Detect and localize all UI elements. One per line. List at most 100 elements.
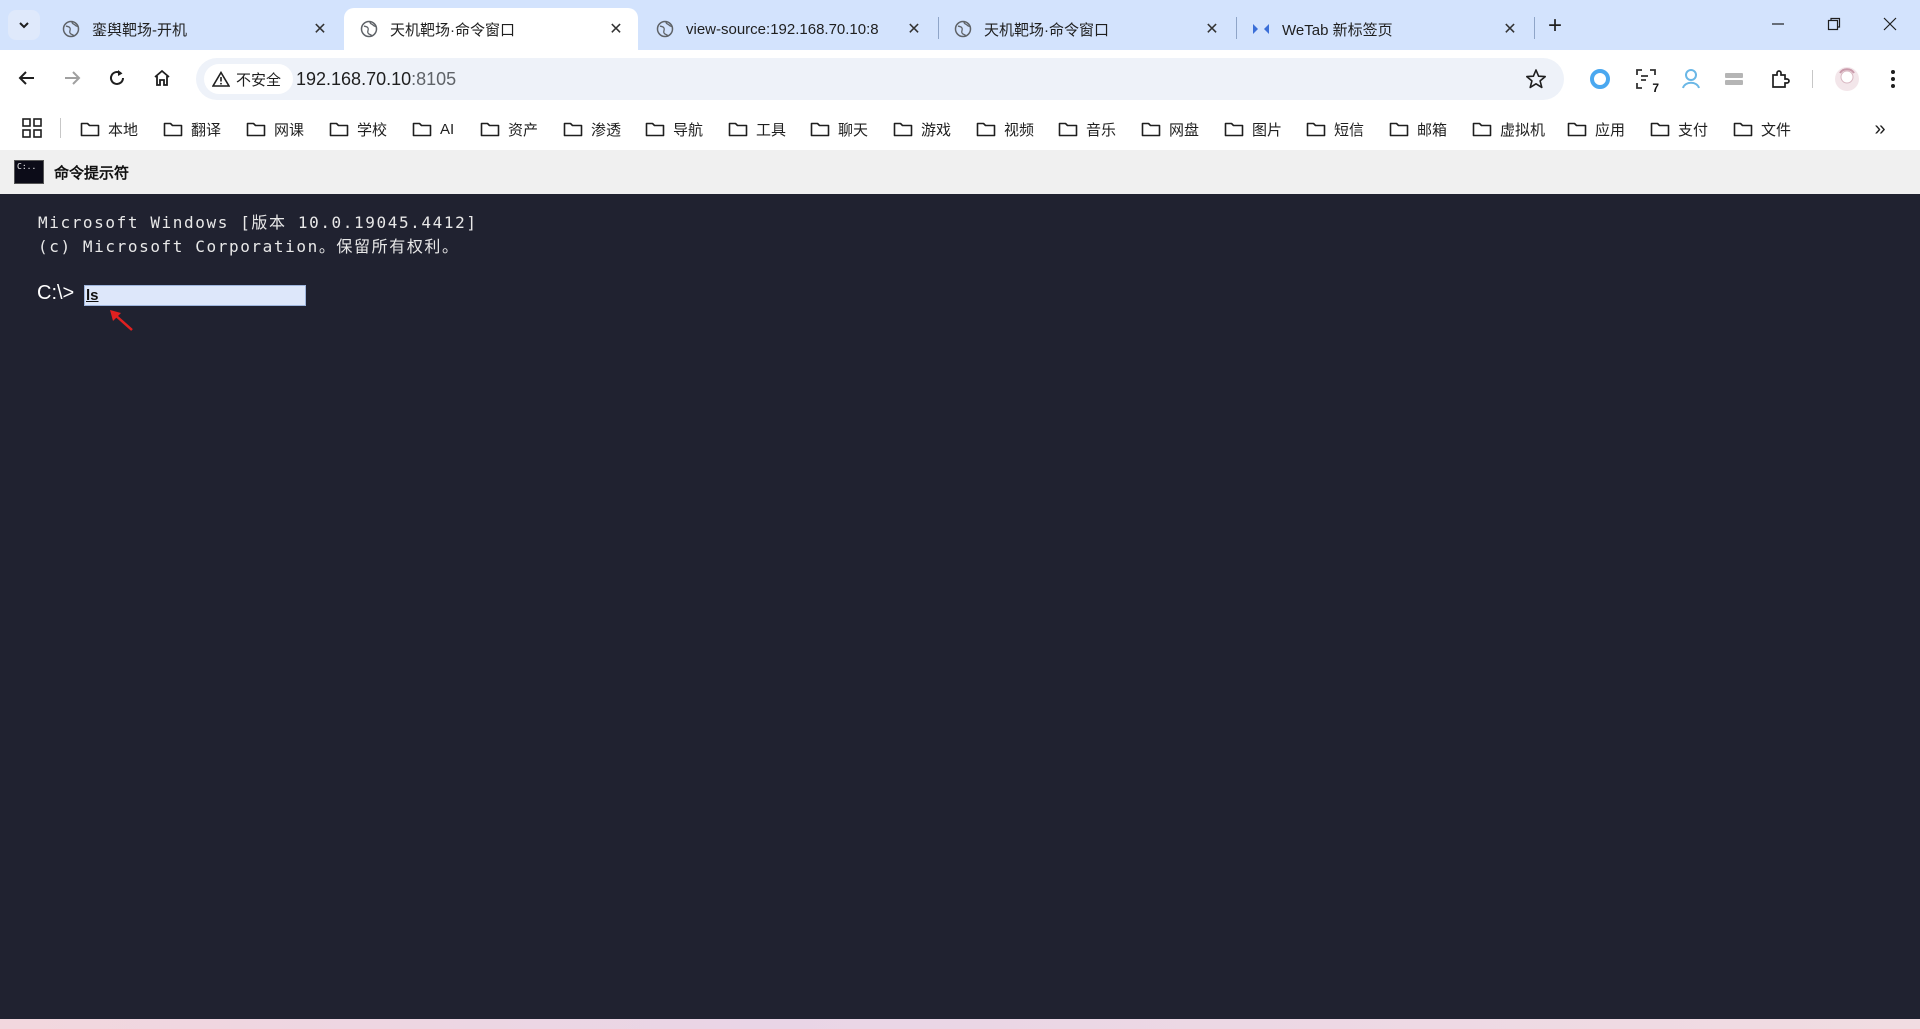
browser-menu-button[interactable] (1877, 63, 1909, 95)
tab-title: WeTab 新标签页 (1282, 21, 1393, 39)
reload-button[interactable] (100, 61, 134, 95)
bookmark-label: 支付 (1678, 121, 1709, 139)
folder-icon (480, 122, 500, 137)
person-icon (1682, 69, 1700, 89)
tab-search-button[interactable] (8, 10, 40, 40)
bookmark-label: 导航 (673, 121, 704, 139)
close-icon (1883, 17, 1897, 31)
bookmark-folder[interactable]: AI (412, 114, 454, 144)
url-text[interactable]: 192.168.70.10:8105 (296, 58, 456, 100)
close-icon[interactable]: ✕ (904, 19, 924, 39)
tab-title: 銮舆靶场-开机 (92, 21, 187, 39)
bookmark-folder[interactable]: 导航 (645, 114, 703, 144)
restore-button[interactable] (1806, 0, 1862, 48)
puzzle-icon (1772, 70, 1790, 88)
bookmark-folder[interactable]: 图片 (1224, 114, 1282, 144)
bookmark-label: 渗透 (591, 121, 622, 139)
folder-icon (976, 122, 996, 137)
chevron-down-icon (19, 22, 29, 29)
address-bar[interactable]: 不安全 192.168.70.10:8105 (196, 58, 1564, 100)
close-icon[interactable]: ✕ (310, 19, 330, 39)
bookmark-folder[interactable]: 游戏 (893, 114, 951, 144)
bookmark-folder[interactable]: 虚拟机 (1472, 114, 1545, 144)
new-tab-button[interactable]: + (1540, 12, 1570, 40)
extension-translate-button[interactable] (1675, 63, 1707, 95)
folder-icon (810, 122, 830, 137)
terminal-window[interactable]: Microsoft Windows [版本 10.0.19045.4412] (… (0, 194, 1920, 1019)
extension-tabs-button[interactable] (1718, 63, 1750, 95)
terminal-prompt: C:\> (37, 282, 75, 304)
bookmark-label: 邮箱 (1417, 121, 1448, 139)
minimize-button[interactable] (1750, 0, 1806, 48)
tab-1[interactable]: 天机靶场·命令窗口 ✕ (344, 8, 638, 50)
close-icon[interactable]: ✕ (606, 19, 626, 39)
tab-3[interactable]: 天机靶场·命令窗口 ✕ (938, 8, 1234, 50)
folder-icon (1306, 122, 1326, 137)
bookmarks-bar: 本地 翻译 网课 学校 AI 资产 渗透 导航 工具 聊天 游戏 视频 音乐 网盘 图片 短信 邮箱 虚拟机 应用 支… (0, 108, 1920, 150)
bookmark-folder[interactable]: 工具 (728, 114, 786, 144)
terminal-banner-line-2: (c) Microsoft Corporation。保留所有权利。 (38, 237, 460, 256)
bookmark-label: 视频 (1004, 121, 1035, 139)
bookmark-label: 应用 (1595, 121, 1626, 139)
ring-icon (1590, 69, 1610, 89)
bookmark-folder[interactable]: 短信 (1306, 114, 1364, 144)
bookmark-folder[interactable]: 音乐 (1058, 114, 1116, 144)
bookmark-folder[interactable]: 应用 (1567, 114, 1625, 144)
folder-icon (1389, 122, 1409, 137)
forward-button[interactable] (55, 61, 89, 95)
close-icon[interactable]: ✕ (1202, 19, 1222, 39)
folder-icon (1224, 122, 1244, 137)
back-button[interactable] (10, 61, 44, 95)
red-arrow-annotation-icon (110, 310, 133, 331)
apps-button[interactable] (20, 116, 44, 140)
folder-icon (645, 122, 665, 137)
bookmark-folder[interactable]: 资产 (480, 114, 538, 144)
double-chevron-right-icon: » (1874, 117, 1886, 140)
bookmarks-overflow-button[interactable]: » (1868, 117, 1892, 141)
security-chip[interactable]: 不安全 (204, 64, 294, 94)
folder-icon (1650, 122, 1670, 137)
extensions-button[interactable] (1764, 63, 1796, 95)
warning-icon (212, 71, 230, 87)
bookmark-folder[interactable]: 翻译 (163, 114, 221, 144)
toolbar-divider (1812, 70, 1813, 88)
command-prompt-icon: C:.. (14, 160, 44, 184)
bookmark-folder[interactable]: 文件 (1733, 114, 1791, 144)
folder-icon (1472, 122, 1492, 137)
browser-toolbar: 不安全 192.168.70.10:8105 7 (0, 50, 1920, 108)
tab-4[interactable]: WeTab 新标签页 ✕ (1236, 8, 1532, 50)
tab-0[interactable]: 銮舆靶场-开机 ✕ (46, 8, 342, 50)
bookmark-folder[interactable]: 网课 (246, 114, 304, 144)
tab-2[interactable]: view-source:192.168.70.10:8 ✕ (640, 8, 936, 50)
close-icon[interactable]: ✕ (1500, 19, 1520, 39)
bookmark-label: 学校 (357, 121, 388, 139)
profile-button[interactable] (1831, 63, 1863, 95)
bookmark-folder[interactable]: 渗透 (563, 114, 621, 144)
folder-icon (893, 122, 913, 137)
globe-icon (62, 20, 80, 38)
bookmark-folder[interactable]: 支付 (1650, 114, 1708, 144)
bookmark-folder[interactable]: 网盘 (1141, 114, 1199, 144)
globe-icon (360, 20, 378, 38)
bookmark-folder[interactable]: 学校 (329, 114, 387, 144)
command-input[interactable]: ls (84, 285, 306, 306)
extension-ring-button[interactable] (1584, 63, 1616, 95)
bookmark-folder[interactable]: 邮箱 (1389, 114, 1447, 144)
home-icon (154, 69, 170, 86)
bookmark-folder[interactable]: 视频 (976, 114, 1034, 144)
extension-badge: 7 (1652, 81, 1659, 95)
bookmark-star-button[interactable] (1524, 67, 1548, 91)
folder-icon (80, 122, 100, 137)
taskbar-edge (0, 1019, 1920, 1029)
folder-icon (412, 122, 432, 137)
bookmark-folder[interactable]: 聊天 (810, 114, 868, 144)
extension-screenshot-button[interactable]: 7 (1630, 63, 1662, 95)
bookmark-label: 网课 (274, 121, 305, 139)
home-button[interactable] (145, 61, 179, 95)
app-title: 命令提示符 (54, 164, 130, 182)
bookmark-folder[interactable]: 本地 (80, 114, 138, 144)
restore-icon (1827, 17, 1841, 31)
globe-icon (656, 20, 674, 38)
tab-title: 天机靶场·命令窗口 (984, 21, 1109, 39)
close-window-button[interactable] (1862, 0, 1918, 48)
